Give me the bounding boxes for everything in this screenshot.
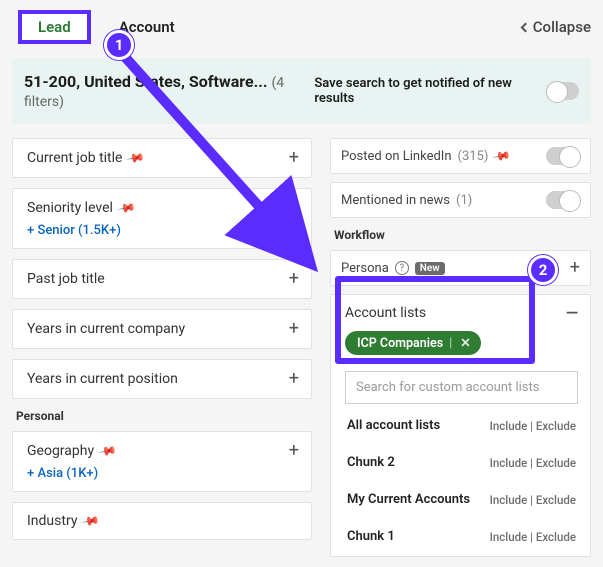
include-button[interactable]: Include bbox=[490, 419, 528, 433]
geography-chip[interactable]: + Asia (1K+) bbox=[27, 466, 299, 481]
tab-account[interactable]: Account bbox=[119, 18, 175, 36]
filter-account-lists: Account lists — ICP Companies | ✕ Search… bbox=[330, 294, 591, 557]
filter-industry[interactable]: Industry 📌 bbox=[12, 502, 312, 540]
include-button[interactable]: Include bbox=[490, 530, 528, 544]
exclude-button[interactable]: Exclude bbox=[536, 530, 576, 544]
filter-label: Industry bbox=[27, 513, 77, 529]
collapse-label: Collapse bbox=[533, 18, 591, 36]
list-name: All account lists bbox=[347, 418, 440, 433]
section-personal: Personal bbox=[16, 409, 312, 423]
new-badge: New bbox=[415, 262, 445, 275]
filter-summary-text: 51-200, United States, Software... bbox=[24, 72, 268, 91]
filter-label: Years in current company bbox=[27, 321, 185, 337]
save-search-toggle[interactable] bbox=[547, 82, 579, 100]
include-button[interactable]: Include bbox=[490, 456, 528, 470]
filter-years-position[interactable]: Years in current position + bbox=[12, 359, 312, 399]
save-search-label: Save search to get notified of new resul… bbox=[314, 76, 539, 106]
expand-icon: + bbox=[289, 199, 299, 217]
list-item[interactable]: Chunk 1 Include | Exclude bbox=[345, 521, 578, 552]
expand-icon: + bbox=[289, 442, 299, 460]
filter-geography[interactable]: Geography 📌 + + Asia (1K+) bbox=[12, 431, 312, 492]
collapse-button[interactable]: Collapse bbox=[522, 18, 591, 36]
exclude-button[interactable]: Exclude bbox=[536, 419, 576, 433]
list-name: Chunk 2 bbox=[347, 455, 395, 470]
help-icon[interactable]: ? bbox=[395, 261, 409, 275]
pin-icon: 📌 bbox=[97, 441, 117, 461]
expand-icon: + bbox=[289, 149, 299, 167]
chip-label: ICP Companies bbox=[357, 336, 443, 351]
close-icon[interactable]: ✕ bbox=[460, 335, 470, 351]
chevron-left-icon bbox=[520, 22, 530, 32]
list-item[interactable]: Chunk 2 Include | Exclude bbox=[345, 447, 578, 478]
filter-seniority-level[interactable]: Seniority level 📌 + + Senior (1.5K+) bbox=[12, 188, 312, 249]
filter-count: (315) bbox=[458, 149, 489, 164]
section-workflow: Workflow bbox=[334, 228, 591, 242]
collapse-icon[interactable]: — bbox=[566, 305, 578, 321]
list-item[interactable]: All account lists Include | Exclude bbox=[345, 410, 578, 441]
filter-label: Persona bbox=[341, 261, 389, 276]
exclude-button[interactable]: Exclude bbox=[536, 493, 576, 507]
filter-label: Years in current position bbox=[27, 371, 178, 387]
filter-summary-bar: 51-200, United States, Software... (4 fi… bbox=[12, 58, 591, 124]
filter-label: Posted on LinkedIn bbox=[341, 149, 452, 164]
filter-label: Mentioned in news bbox=[341, 193, 450, 208]
list-name: Chunk 1 bbox=[347, 529, 395, 544]
filter-posted-linkedin[interactable]: Posted on LinkedIn (315) 📌 bbox=[330, 138, 591, 174]
expand-icon: + bbox=[570, 259, 580, 277]
include-button[interactable]: Include bbox=[490, 493, 528, 507]
filter-label: Past job title bbox=[27, 271, 105, 287]
filter-count: (1) bbox=[456, 193, 472, 208]
filter-label: Seniority level bbox=[27, 200, 113, 216]
pin-icon: 📌 bbox=[126, 148, 146, 168]
chip-divider: | bbox=[449, 336, 452, 351]
pin-icon: 📌 bbox=[116, 198, 136, 218]
seniority-chip[interactable]: + Senior (1.5K+) bbox=[27, 223, 299, 238]
pin-icon: 📌 bbox=[81, 511, 101, 531]
posted-toggle[interactable] bbox=[546, 147, 580, 165]
expand-icon: + bbox=[289, 320, 299, 338]
account-list-chip[interactable]: ICP Companies | ✕ bbox=[345, 331, 481, 355]
filter-years-company[interactable]: Years in current company + bbox=[12, 309, 312, 349]
pin-icon: 📌 bbox=[492, 146, 512, 166]
expand-icon: + bbox=[289, 370, 299, 388]
filter-past-job-title[interactable]: Past job title + bbox=[12, 259, 312, 299]
filter-persona[interactable]: Persona ? New + bbox=[330, 250, 591, 286]
mentioned-toggle[interactable] bbox=[546, 191, 580, 209]
account-list-search[interactable]: Search for custom account lists bbox=[345, 371, 578, 404]
filter-label: Account lists bbox=[345, 305, 426, 321]
expand-icon: + bbox=[289, 270, 299, 288]
filter-mentioned-news[interactable]: Mentioned in news (1) bbox=[330, 182, 591, 218]
filter-label: Geography bbox=[27, 443, 94, 459]
list-name: My Current Accounts bbox=[347, 492, 470, 507]
filter-current-job-title[interactable]: Current job title 📌 + bbox=[12, 138, 312, 178]
filter-label: Current job title bbox=[27, 150, 122, 166]
list-item[interactable]: My Current Accounts Include | Exclude bbox=[345, 484, 578, 515]
exclude-button[interactable]: Exclude bbox=[536, 456, 576, 470]
tab-lead[interactable]: Lead bbox=[18, 10, 91, 44]
